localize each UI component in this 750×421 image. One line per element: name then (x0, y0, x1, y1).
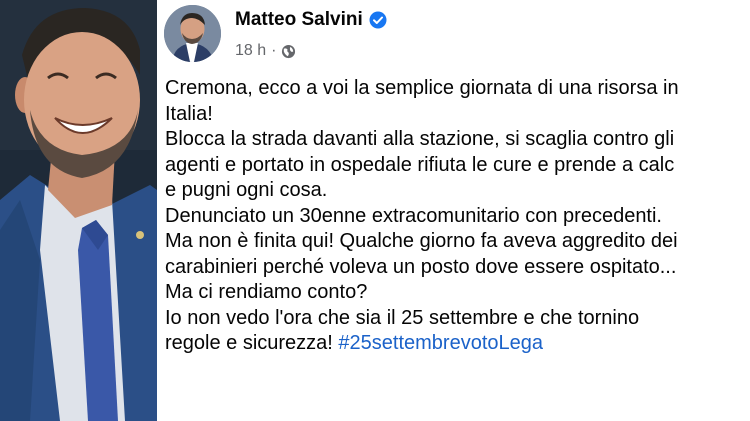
meta-separator: · (271, 42, 277, 59)
post-text-line-last: regole e sicurezza! #25settembrevotoLega (165, 331, 750, 357)
author-name[interactable]: Matteo Salvini (235, 9, 363, 31)
post-text-line: Denunciato un 30enne extracomunitario co… (165, 204, 662, 227)
post-text: Cremona, ecco a voi la semplice giornata… (165, 76, 750, 357)
post-timestamp[interactable]: 18 h (235, 42, 266, 60)
post-text-line: Italia! (165, 102, 213, 125)
post-text-line: Cremona, ecco a voi la semplice giornata… (165, 77, 679, 99)
facebook-post: Matteo Salvini 18 h · Cremona, ecco a vo… (157, 0, 750, 421)
avatar[interactable] (164, 5, 221, 62)
post-text-line: Io non vedo l'ora che sia il 25 settembr… (165, 306, 640, 329)
portrait-photo (0, 0, 157, 421)
post-text-line: agenti e portato in ospedale rifiuta le … (165, 153, 675, 176)
post-text-line: carabinieri perché voleva un posto dove … (165, 255, 677, 278)
verified-badge-icon (369, 11, 387, 29)
post-text-line: Ma ci rendiamo conto? (165, 281, 368, 303)
post-text-line: Blocca la strada davanti alla stazione, … (165, 128, 675, 150)
hashtag-link[interactable]: #25settembrevotoLega (338, 332, 543, 354)
post-text-fragment: regole e sicurezza! (165, 332, 339, 354)
post-meta: 18 h · (235, 42, 296, 60)
post-text-line: e pugni ogni cosa. (165, 179, 328, 201)
globe-icon[interactable] (281, 44, 296, 59)
post-text-line: Ma non è finita qui! Qualche giorno fa a… (165, 230, 678, 252)
